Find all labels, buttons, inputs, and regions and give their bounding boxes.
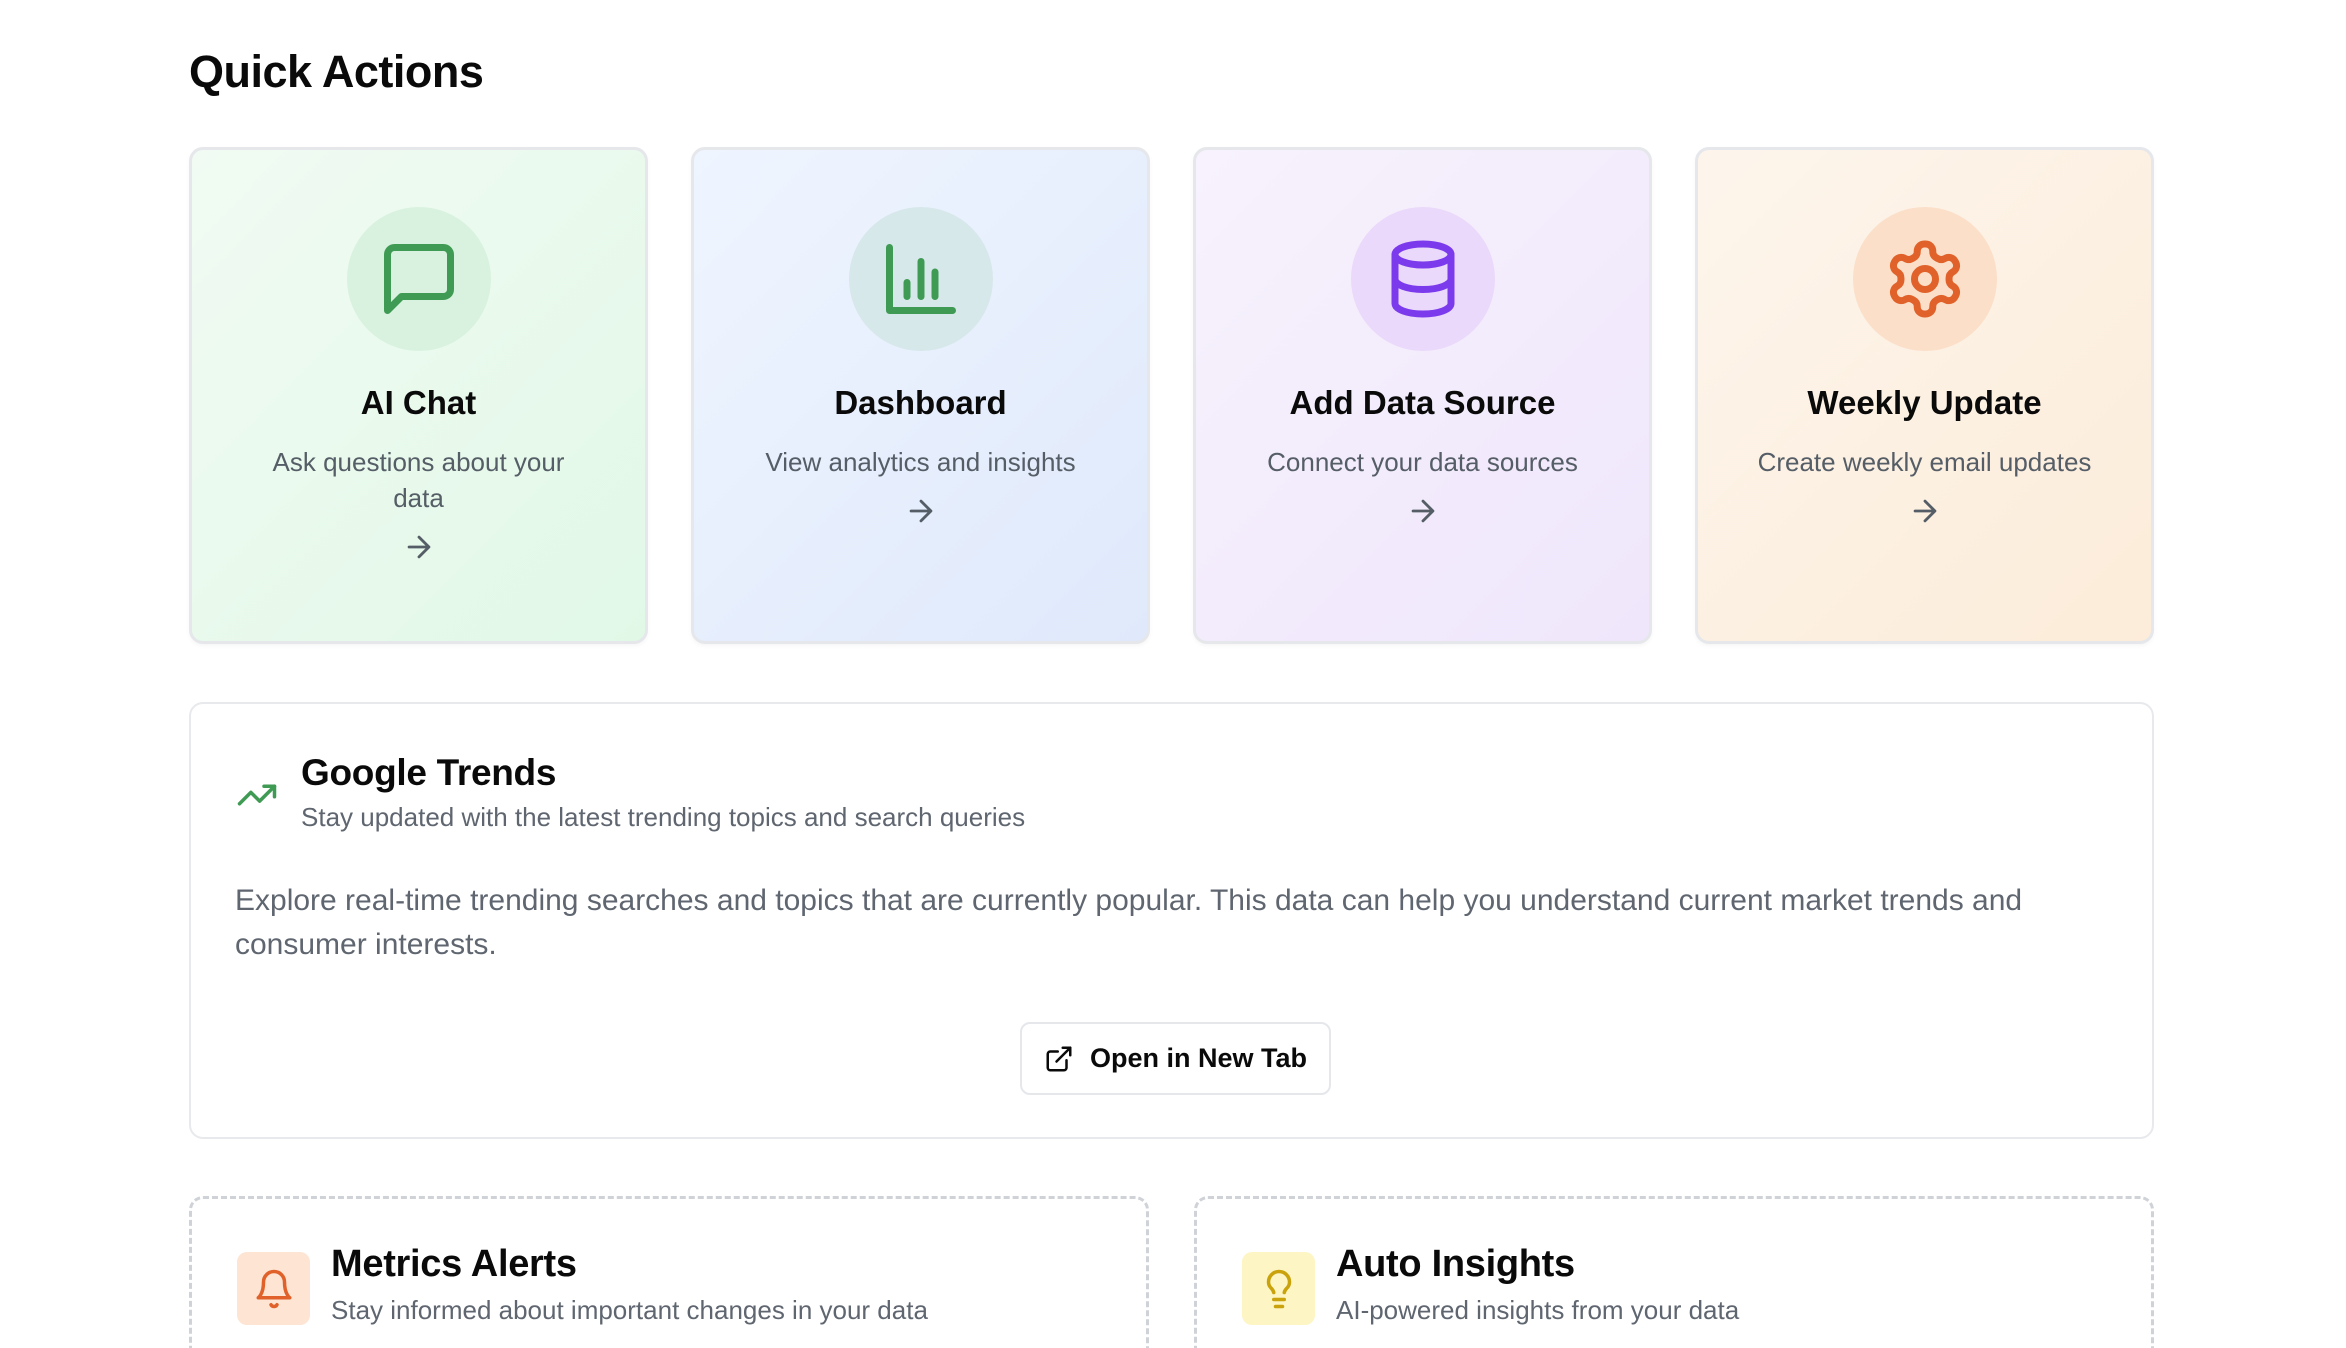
weekly-update-icon-circle xyxy=(1852,207,1997,351)
metrics-alerts-title: Metrics Alerts xyxy=(331,1243,577,1285)
bar-chart-icon xyxy=(885,244,956,314)
ai-chat-card[interactable]: AI Chat Ask questions about your data xyxy=(189,147,648,644)
metrics-alerts-subtitle: Stay informed about important changes in… xyxy=(331,1295,928,1325)
google-trends-title: Google Trends xyxy=(301,752,557,793)
lightbulb-icon xyxy=(1266,1269,1291,1308)
arrow-right-icon xyxy=(407,535,430,559)
arrow-right-icon xyxy=(909,499,932,523)
message-square-icon xyxy=(383,244,454,314)
trending-up-icon xyxy=(237,784,277,806)
ai-chat-icon-circle xyxy=(346,207,491,351)
metrics-alerts-icon-box xyxy=(237,1252,310,1325)
ai-chat-card-description: Ask questions about your data xyxy=(272,447,565,513)
add-data-source-card-title: Add Data Source xyxy=(1289,384,1556,421)
open-in-new-tab-button[interactable]: Open in New Tab xyxy=(1020,1022,1331,1095)
external-link-icon xyxy=(1046,1046,1072,1071)
auto-insights-icon-box xyxy=(1242,1252,1315,1325)
dashboard-card-description: View analytics and insights xyxy=(765,447,1076,477)
weekly-update-card-description: Create weekly email updates xyxy=(1757,447,2092,477)
add-data-source-icon-circle xyxy=(1350,207,1495,351)
google-trends-description: Explore real-time trending searches and … xyxy=(235,884,2023,961)
quick-actions-grid: AI Chat Ask questions about your data Da… xyxy=(189,147,2154,644)
database-icon xyxy=(1391,240,1454,318)
page: Quick Actions AI Chat Ask questions abou… xyxy=(0,0,2346,1348)
weekly-update-card-title: Weekly Update xyxy=(1807,384,2042,421)
bell-icon xyxy=(256,1269,291,1308)
settings-icon xyxy=(1889,240,1960,318)
dashboard-card-title: Dashboard xyxy=(834,384,1007,421)
ai-chat-card-title: AI Chat xyxy=(360,384,477,421)
weekly-update-card[interactable]: Weekly Update Create weekly email update… xyxy=(1695,147,2154,644)
add-data-source-card[interactable]: Add Data Source Connect your data source… xyxy=(1193,147,1652,644)
add-data-source-card-description: Connect your data sources xyxy=(1267,447,1578,477)
google-trends-panel: Google Trends Stay updated with the late… xyxy=(189,702,2154,1139)
open-in-new-tab-label: Open in New Tab xyxy=(1089,1043,1307,1073)
arrow-right-icon xyxy=(1913,499,1936,523)
auto-insights-subtitle: AI-powered insights from your data xyxy=(1336,1295,1740,1325)
dashboard-icon-circle xyxy=(848,207,993,351)
auto-insights-card[interactable]: Auto Insights AI-powered insights from y… xyxy=(1194,1196,2154,1348)
auto-insights-title: Auto Insights xyxy=(1336,1243,1575,1285)
dashboard-card[interactable]: Dashboard View analytics and insights xyxy=(691,147,1150,644)
google-trends-subtitle: Stay updated with the latest trending to… xyxy=(301,802,1026,832)
quick-actions-title: Quick Actions xyxy=(189,46,484,97)
arrow-right-icon xyxy=(1411,499,1434,523)
metrics-alerts-card[interactable]: Metrics Alerts Stay informed about impor… xyxy=(189,1196,1149,1348)
